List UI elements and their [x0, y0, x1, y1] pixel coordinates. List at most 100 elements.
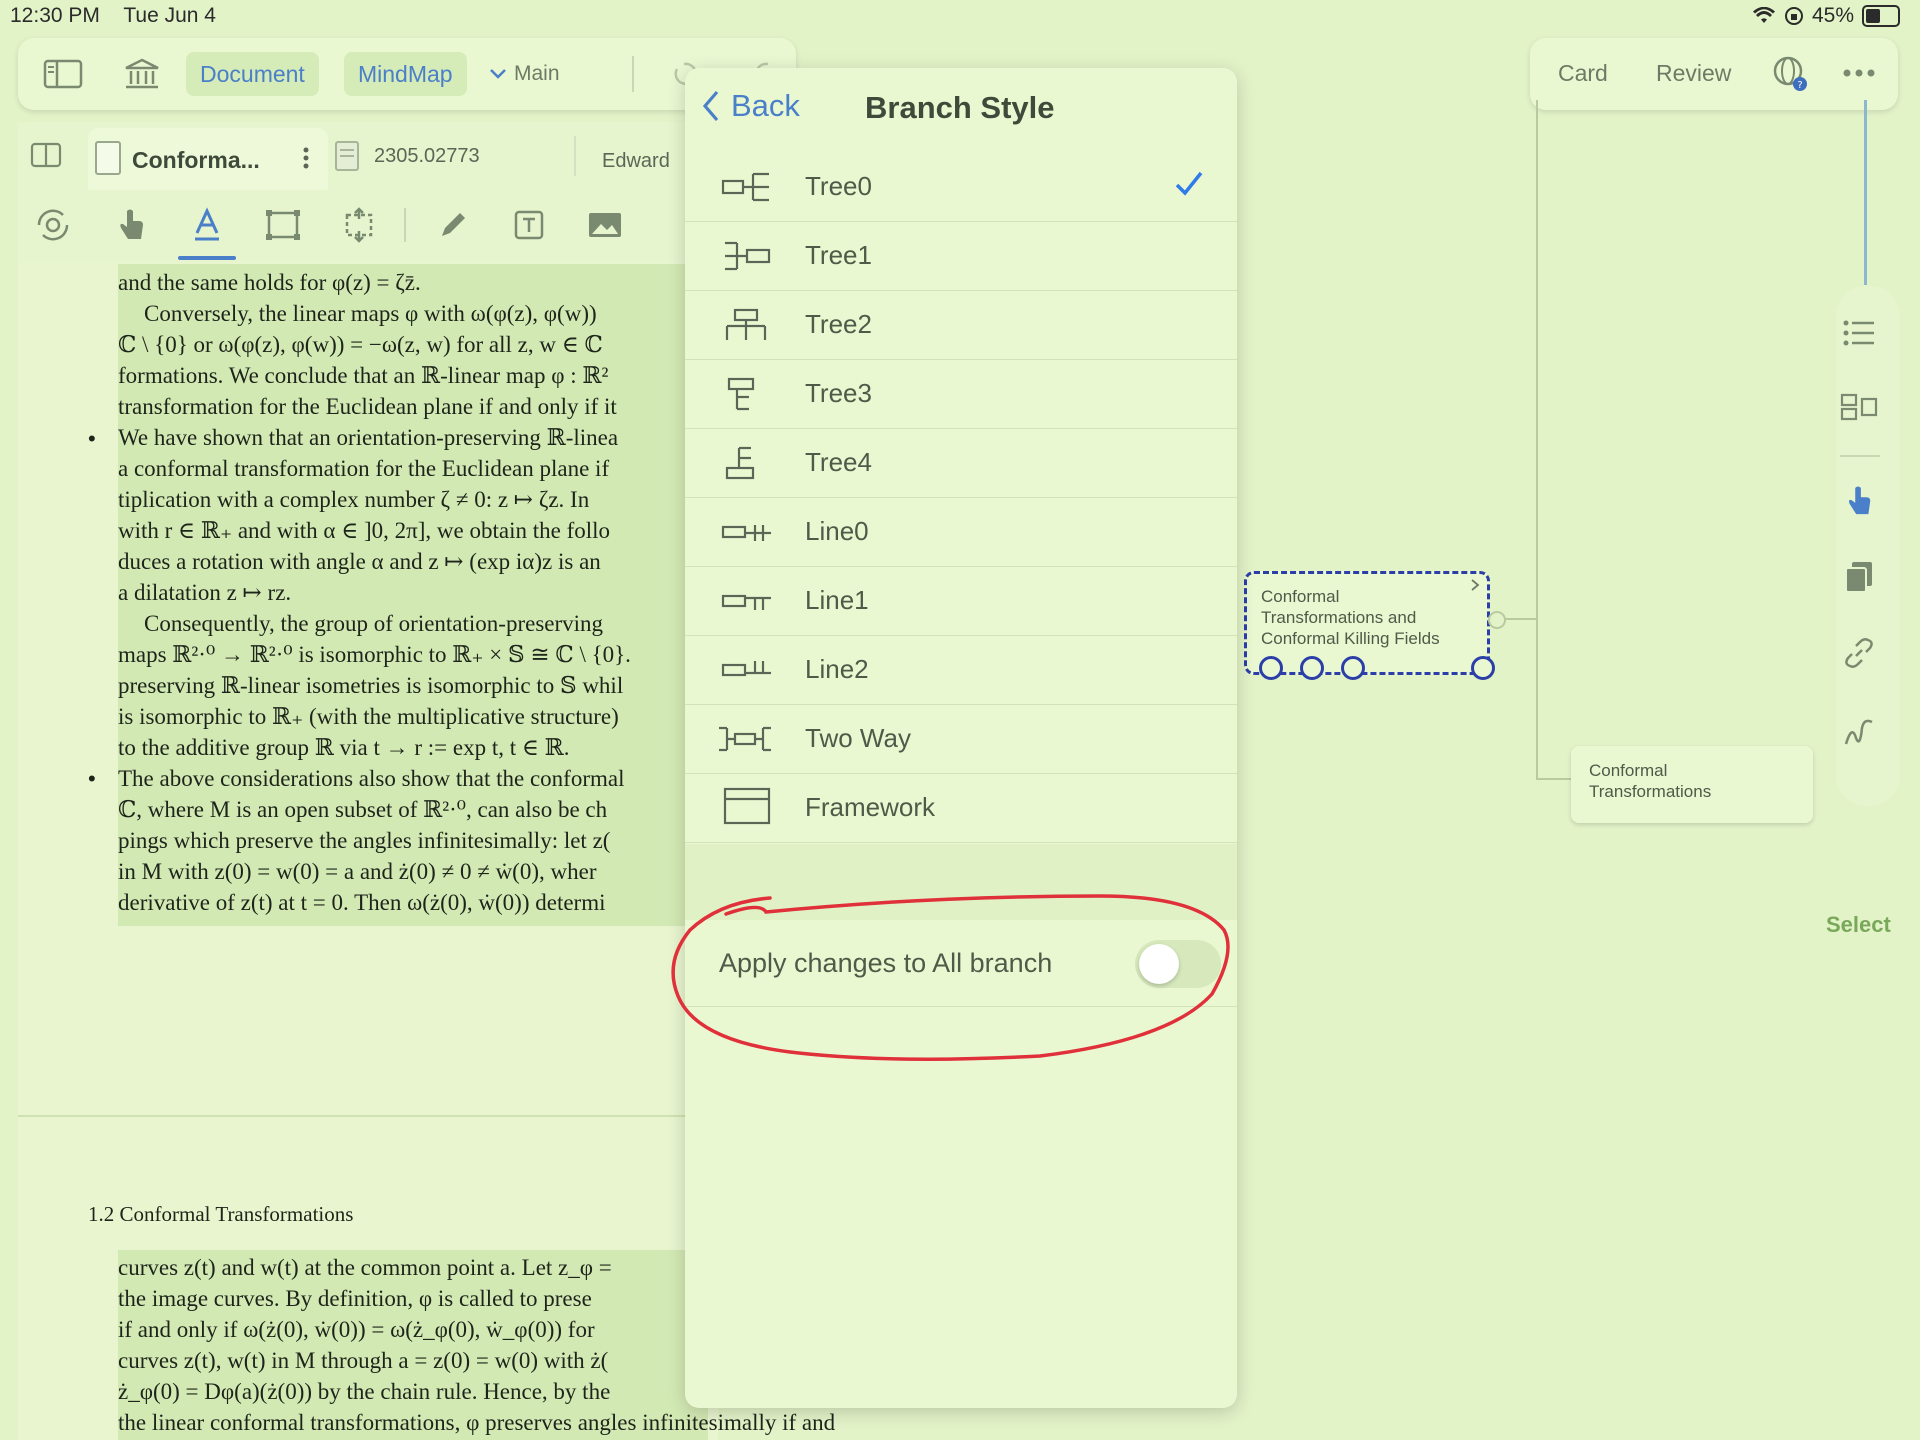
library-icon[interactable]: [120, 52, 164, 96]
page-separator: [18, 1115, 718, 1117]
svg-text:?: ?: [1797, 80, 1802, 91]
document-text-line: Consequently, the group of orientation-p…: [144, 611, 604, 636]
list-badge-icon[interactable]: [1341, 656, 1365, 680]
active-tool-indicator: [178, 256, 236, 260]
tab-menu-icon[interactable]: [302, 146, 310, 170]
document-text-line: the image curves. By definition, φ is ca…: [118, 1286, 592, 1311]
branch-option-line0[interactable]: Line0: [685, 497, 1237, 567]
tab-conformal[interactable]: Conforma...: [88, 128, 328, 190]
document-text-line: formations. We conclude that an ℝ-linear…: [118, 363, 609, 388]
chevron-right-icon[interactable]: [1469, 578, 1481, 592]
panel-divider: [1840, 455, 1880, 457]
node-text: Conformal Transformations and Conformal …: [1261, 587, 1440, 648]
collapse-handle[interactable]: [1488, 611, 1506, 629]
crop-expand-icon[interactable]: [338, 204, 380, 246]
branch-option-two-way[interactable]: Two Way: [685, 704, 1237, 774]
document-text-line: pings which preserve the angles infinite…: [118, 828, 611, 853]
document-text-line: duces a rotation with angle α and z ↦ (e…: [118, 549, 601, 574]
popover-header: Back Branch Style: [685, 68, 1237, 150]
select-button[interactable]: Select: [1826, 912, 1891, 938]
back-button[interactable]: Back: [701, 88, 800, 124]
squiggle-tool-icon[interactable]: [1838, 710, 1880, 752]
resize-handle-icon[interactable]: [1471, 656, 1495, 680]
rectangle-select-icon[interactable]: [262, 204, 304, 246]
option-label: Framework: [805, 792, 936, 822]
bullet-marker: •: [88, 426, 96, 451]
option-label: Tree3: [805, 378, 872, 408]
outline-list-icon[interactable]: [1838, 312, 1880, 354]
main-toolbar: Document MindMap Main: [18, 38, 796, 110]
hand-pointer-icon[interactable]: [110, 204, 152, 246]
copy-pages-icon[interactable]: [1838, 556, 1880, 598]
main-branch-dropdown[interactable]: Main: [488, 52, 560, 96]
tab-divider: [574, 136, 576, 176]
branch-option-tree4[interactable]: Tree4: [685, 428, 1237, 498]
status-bar-left: 12:30 PM Tue Jun 4: [10, 4, 234, 28]
branch-option-line2[interactable]: Line2: [685, 635, 1237, 705]
branch-option-tree1[interactable]: Tree1: [685, 221, 1237, 291]
text-highlight-icon[interactable]: [186, 204, 228, 246]
review-button[interactable]: Review: [1656, 60, 1731, 87]
mindmap-connector: [1536, 778, 1576, 780]
document-text-line: to the additive group ℝ via t → r := exp…: [118, 735, 570, 760]
link-badge-icon[interactable]: [1300, 656, 1324, 680]
section-separator: [685, 844, 1237, 920]
mindmap-node[interactable]: Conformal Transformations: [1571, 746, 1813, 823]
status-bar-right: 45%: [1752, 4, 1900, 28]
line0-style-icon: [721, 525, 771, 541]
status-date: Tue Jun 4: [123, 4, 216, 27]
branch-option-line1[interactable]: Line1: [685, 566, 1237, 636]
web-search-icon[interactable]: ?: [1770, 54, 1810, 99]
card-button[interactable]: Card: [1558, 60, 1608, 87]
tool-divider: [404, 208, 406, 242]
document-mode-button[interactable]: Document: [186, 52, 319, 96]
option-label: Tree0: [805, 171, 872, 201]
branch-option-framework[interactable]: Framework: [685, 773, 1237, 843]
branch-option-tree2[interactable]: Tree2: [685, 290, 1237, 360]
toggle-knob: [1139, 944, 1179, 984]
link-icon[interactable]: [1838, 632, 1880, 674]
node-text: Conformal Transformations: [1589, 761, 1712, 801]
tab-label: 2305.02773: [374, 144, 480, 167]
option-label: Tree1: [805, 240, 872, 270]
text-box-icon[interactable]: [508, 204, 550, 246]
apply-all-label: Apply changes to All branch: [719, 948, 1053, 978]
option-label: Line1: [805, 585, 869, 615]
document-text-line: with r ∈ ℝ₊ and with α ∈ ]0, 2π], we obt…: [118, 518, 611, 543]
bullet-marker: •: [88, 766, 96, 791]
selected-mindmap-node[interactable]: Conformal Transformations and Conformal …: [1244, 571, 1495, 680]
right-toolbar: Card Review ?: [1530, 38, 1898, 110]
battery-percent: 45%: [1811, 4, 1854, 27]
tree0-style-icon: [721, 172, 769, 202]
sync-settings-icon[interactable]: [32, 204, 74, 246]
sidebar-toggle-icon[interactable]: [40, 52, 86, 96]
hand-pointer-icon[interactable]: [1838, 480, 1880, 522]
document-text-line: The above considerations also show that …: [118, 766, 625, 791]
mindmap-mode-button[interactable]: MindMap: [344, 52, 467, 96]
mindmap-connector: [1536, 100, 1538, 780]
tab-2305[interactable]: 2305.02773: [334, 140, 480, 172]
tree4-style-icon: [725, 446, 755, 480]
battery-icon: [1862, 5, 1900, 27]
tab-edward[interactable]: Edward: [602, 150, 692, 173]
more-options-icon[interactable]: [1842, 66, 1876, 84]
document-thumbnail-icon: [335, 141, 359, 171]
document-text-line: ż_φ(0) = Dφ(a)(ż(0)) by the chain rule. …: [118, 1379, 611, 1404]
split-view-icon[interactable]: [30, 142, 62, 173]
branch-option-tree3[interactable]: Tree3: [685, 359, 1237, 429]
tree1-style-icon: [725, 241, 771, 271]
option-label: Line2: [805, 654, 869, 684]
branch-option-tree0[interactable]: Tree0: [685, 152, 1237, 222]
wifi-icon: [1752, 7, 1775, 23]
popover-title: Branch Style: [865, 90, 1055, 125]
document-text-line: a conformal transformation for the Eucli…: [118, 456, 610, 481]
image-icon[interactable]: [584, 204, 626, 246]
layout-icon[interactable]: [1838, 386, 1880, 428]
checkmark-icon: [1175, 171, 1203, 196]
document-text-line: a dilatation z ↦ rz.: [118, 580, 292, 605]
apply-all-toggle[interactable]: [1135, 940, 1221, 988]
back-label: Back: [731, 88, 800, 123]
pencil-icon[interactable]: [432, 204, 474, 246]
note-badge-icon[interactable]: [1259, 656, 1283, 680]
mindmap-connector: [1864, 100, 1867, 285]
